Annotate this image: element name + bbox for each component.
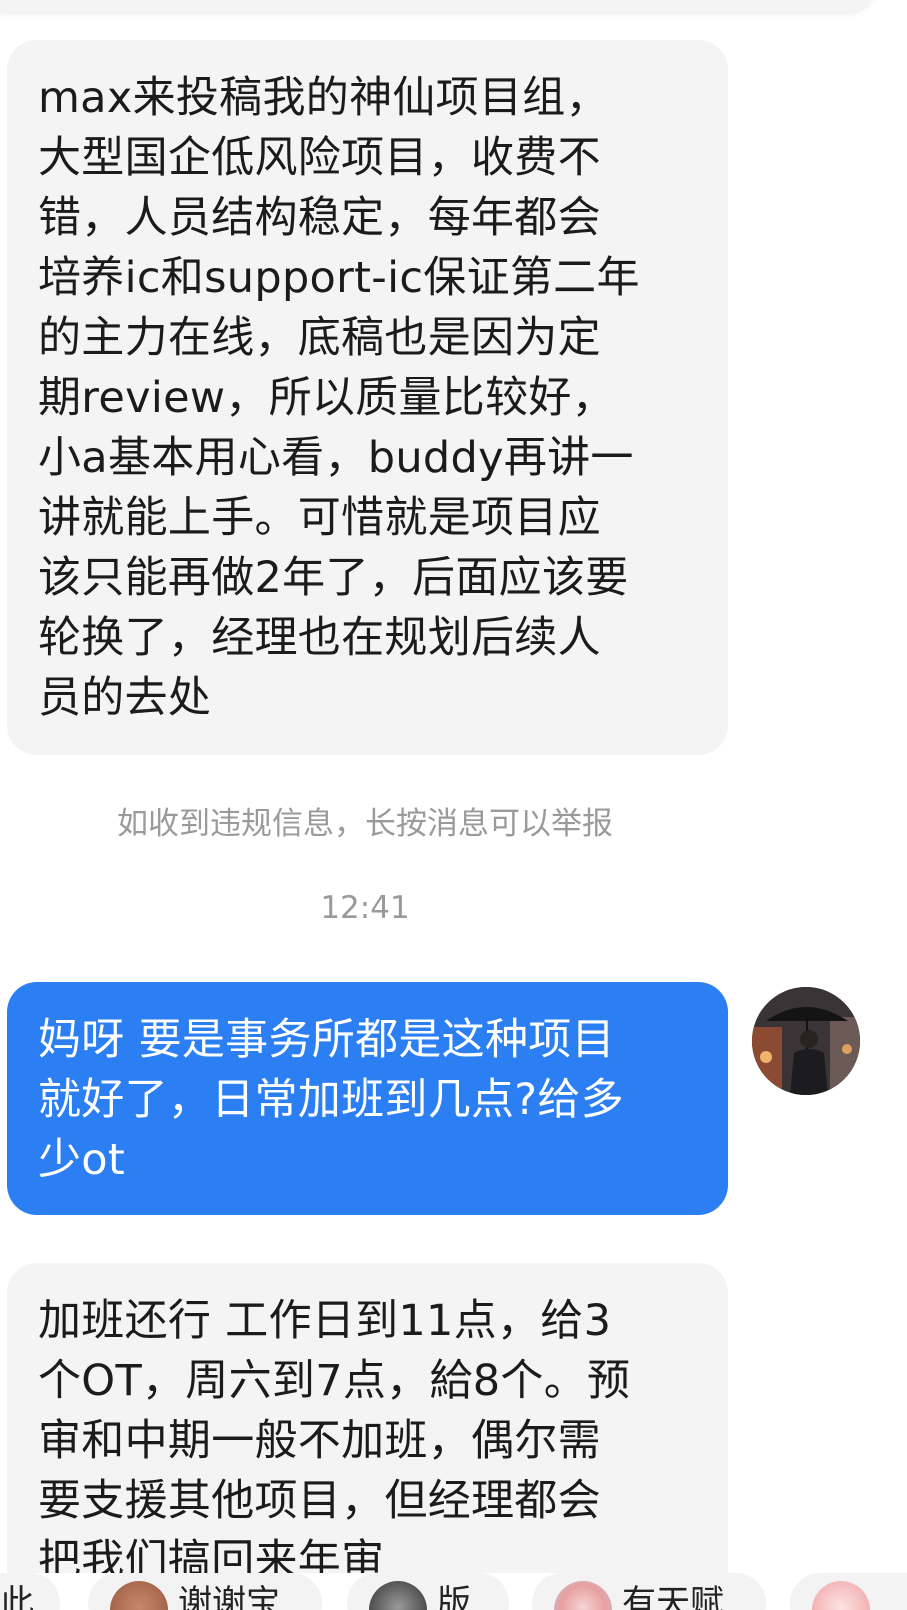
pig-sticker-icon xyxy=(812,1581,870,1610)
chat-screen: max来投稿我的神仙项目组， 大型国企低风险项目，收费不 错，人员结构稳定，每年… xyxy=(0,0,907,1610)
quick-reply-chip[interactable]: 有天赋 xyxy=(532,1573,766,1610)
report-hint-text: 如收到违规信息，长按消息可以举报 xyxy=(117,806,613,842)
quick-reply-chip[interactable]: 谢谢宝 xyxy=(88,1573,322,1610)
quick-reply-label: 有天赋 xyxy=(622,1583,724,1610)
pin-sticker-icon xyxy=(554,1581,612,1610)
quick-reply-label: 谢谢宝 xyxy=(178,1583,280,1610)
user-avatar[interactable] xyxy=(752,987,860,1095)
outgoing-message-bubble[interactable]: 妈呀 要是事务所都是这种项目 就好了，日常加班到几点?给多 少ot xyxy=(7,982,728,1215)
message-timestamp: 12:41 xyxy=(320,890,410,926)
quick-reply-chip[interactable]: 此 xyxy=(0,1573,60,1610)
cat-sticker-icon xyxy=(369,1581,427,1610)
quick-reply-label: 版 xyxy=(437,1583,471,1610)
bear-sticker-icon xyxy=(110,1581,168,1610)
umbrella-man-avatar-icon xyxy=(752,987,860,1095)
quick-reply-bar: 此 谢谢宝 版 有天赋 xyxy=(0,1573,907,1610)
quick-reply-label: 此 xyxy=(0,1583,34,1610)
quick-reply-chip[interactable]: 版 xyxy=(347,1573,509,1610)
incoming-message-bubble[interactable]: 加班还行 工作日到11点，给3 个OT，周六到7点，給8个。预 审和中期一般不加… xyxy=(7,1263,728,1610)
incoming-message-bubble[interactable]: max来投稿我的神仙项目组， 大型国企低风险项目，收费不 错，人员结构稳定，每年… xyxy=(7,40,728,755)
quick-reply-chip[interactable] xyxy=(790,1573,907,1610)
previous-message-card-edge[interactable] xyxy=(0,0,876,14)
